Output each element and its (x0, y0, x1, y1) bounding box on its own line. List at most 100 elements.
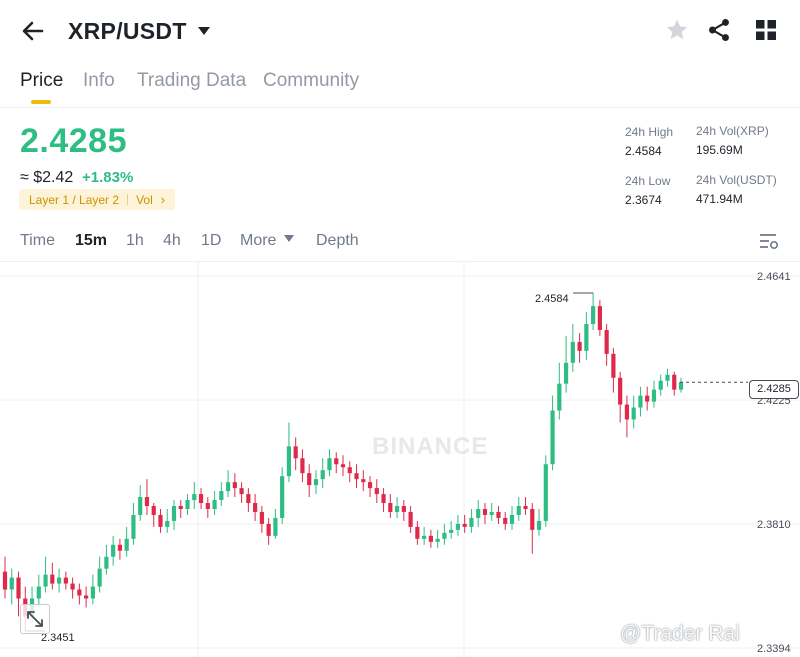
high-value: 2.4584 (625, 144, 662, 158)
candle-body (2, 571, 8, 590)
candle-body (266, 523, 271, 536)
tag-vol[interactable]: Vol (136, 193, 153, 207)
star-icon[interactable] (664, 17, 690, 43)
candle-body (138, 497, 143, 515)
arrow-left-icon[interactable] (20, 18, 46, 44)
tab-price[interactable]: Price (20, 70, 63, 92)
candle-body (205, 503, 210, 509)
candle-body (171, 506, 177, 521)
candle-body (455, 523, 461, 530)
candle-body (63, 577, 68, 584)
candle-body (253, 503, 258, 512)
low-value: 2.3674 (625, 193, 662, 207)
candle-body (570, 341, 575, 363)
pair-title[interactable]: XRP/USDT (68, 18, 187, 45)
candle-body (618, 377, 623, 405)
candles (2, 293, 684, 631)
active-tab-indicator (31, 100, 51, 104)
high-marker-label: 2.4584 (535, 293, 569, 305)
candle-body (185, 500, 190, 509)
interval-1h[interactable]: 1h (126, 232, 144, 250)
candle-body (334, 458, 339, 465)
candle-body (327, 458, 332, 471)
candle-body (584, 324, 589, 351)
candle-body (658, 380, 663, 390)
candle-body (212, 500, 217, 509)
candle-body (361, 479, 366, 483)
chart-settings-icon[interactable] (759, 232, 779, 250)
interval-time[interactable]: Time (20, 232, 55, 250)
candle-body (50, 574, 55, 584)
candle-body (273, 517, 278, 536)
last-price: 2.4285 (20, 122, 127, 160)
tab-community[interactable]: Community (263, 70, 359, 92)
candle-body (597, 306, 602, 330)
category-tags[interactable]: Layer 1 / Layer 2 Vol › (19, 189, 176, 210)
candle-body (313, 479, 319, 486)
candle-body (293, 446, 298, 459)
tab-bar: Price Info Trading Data Community (0, 62, 800, 108)
y-tick-label: 2.3810 (757, 519, 791, 531)
candle-body (165, 520, 170, 527)
candle-body (232, 482, 237, 489)
candle-body (117, 544, 123, 551)
candle-body (665, 374, 670, 381)
candle-body (280, 476, 285, 518)
interval-bar: Time 15m 1h 4h 1D More Depth (0, 226, 800, 262)
candle-body (97, 568, 102, 587)
candle-body (43, 574, 48, 587)
grid-icon[interactable] (755, 19, 777, 41)
interval-depth[interactable]: Depth (316, 232, 359, 250)
candle-body (509, 514, 515, 524)
candle-body (178, 506, 183, 509)
interval-1d[interactable]: 1D (201, 232, 221, 250)
candle-body (638, 395, 643, 408)
interval-more-label: More (240, 232, 277, 249)
vol-usdt-value: 471.94M (696, 192, 743, 206)
trader-credit: @Trader Rai (620, 622, 740, 645)
candle-body (354, 473, 359, 480)
share-icon[interactable] (706, 17, 732, 43)
interval-more[interactable]: More (240, 232, 294, 250)
candle-body (435, 538, 440, 542)
candle-body (347, 467, 352, 474)
interval-15m[interactable]: 15m (75, 232, 107, 250)
candle-body (482, 508, 488, 515)
candle-body (300, 458, 305, 474)
y-tick-label: 2.4641 (757, 271, 791, 283)
expand-icon[interactable] (20, 604, 50, 634)
tab-trading-data[interactable]: Trading Data (137, 70, 246, 92)
candle-body (225, 482, 231, 492)
tag-layer[interactable]: Layer 1 / Layer 2 (29, 193, 119, 207)
candle-body (557, 383, 562, 411)
candle-body (192, 494, 197, 501)
candle-body (591, 306, 596, 325)
caret-down-icon[interactable] (197, 26, 211, 36)
candle-body (543, 464, 548, 521)
tag-divider (127, 194, 129, 205)
candle-body (523, 506, 528, 509)
candle-body (307, 473, 312, 486)
interval-4h[interactable]: 4h (163, 232, 181, 250)
candle-body (489, 511, 494, 515)
vol-xrp-label: 24h Vol(XRP) (696, 124, 769, 138)
candle-body (408, 511, 413, 527)
candle-body (239, 488, 244, 495)
candle-body (577, 341, 582, 351)
candle-body (449, 529, 454, 533)
candle-body (158, 514, 163, 527)
candle-body (36, 586, 41, 599)
candle-body (604, 329, 609, 354)
candle-body (530, 508, 535, 530)
candle-body (536, 520, 542, 530)
tab-info[interactable]: Info (83, 70, 115, 92)
candle-body (428, 535, 433, 542)
candle-body (415, 526, 420, 539)
top-bar: XRP/USDT (0, 0, 800, 62)
candle-body (259, 511, 264, 524)
expand-arrows (27, 611, 43, 627)
y-axis-labels: 2.46412.42252.38102.3394 (757, 271, 791, 655)
candle-body (198, 494, 204, 504)
candle-body (550, 410, 555, 465)
candle-body (9, 577, 14, 590)
